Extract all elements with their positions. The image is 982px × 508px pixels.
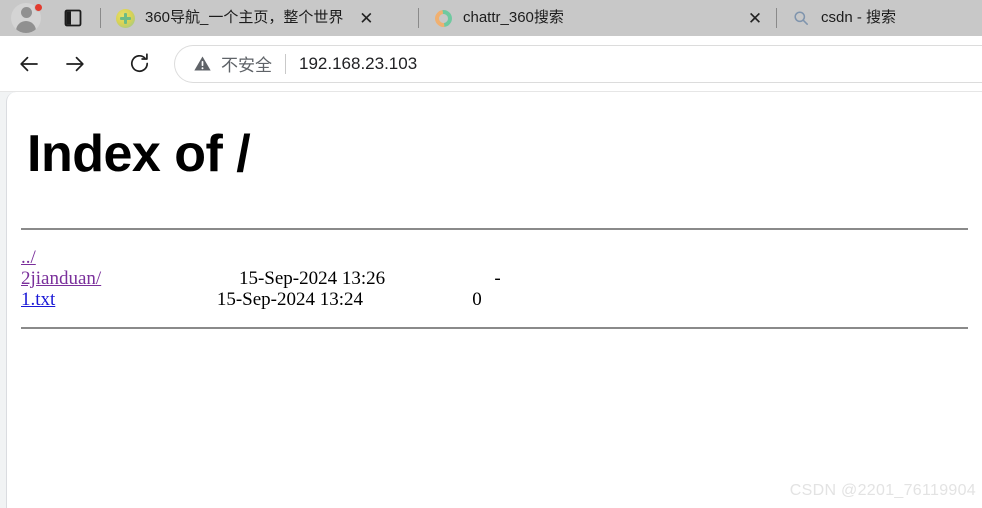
split-panel-icon[interactable] bbox=[52, 0, 94, 36]
search-magnifier-favicon bbox=[791, 8, 811, 28]
tab-close-button[interactable]: ✕ bbox=[353, 5, 379, 31]
list-item-parent-dir[interactable]: ../ bbox=[21, 247, 36, 268]
tab-strip: 360导航_一个主页，整个世界 ✕ chattr_360搜索 ✕ csdn - … bbox=[0, 0, 982, 36]
forward-arrow-icon[interactable] bbox=[52, 41, 98, 87]
address-bar[interactable]: 不安全 192.168.23.103 bbox=[174, 44, 982, 83]
360nav-favicon bbox=[115, 8, 135, 28]
reload-icon[interactable] bbox=[116, 41, 162, 87]
tab-title: 360导航_一个主页，整个世界 bbox=[145, 9, 344, 26]
warning-triangle-icon bbox=[193, 54, 212, 73]
back-arrow-icon[interactable] bbox=[6, 41, 52, 87]
tab-close-button[interactable]: ✕ bbox=[742, 5, 768, 31]
tab-separator bbox=[100, 8, 101, 28]
profile-button[interactable] bbox=[0, 0, 52, 36]
directory-listing: ../ 2jianduan/ 15-Sep-2024 13:26 - 1.txt… bbox=[21, 247, 968, 310]
tab-csdn-search[interactable]: csdn - 搜索 bbox=[783, 1, 982, 35]
url-text: 192.168.23.103 bbox=[299, 53, 418, 73]
divider-bottom bbox=[21, 327, 968, 329]
list-item-meta: 15-Sep-2024 13:26 - bbox=[101, 268, 501, 289]
tab-title: chattr_360搜索 bbox=[463, 9, 564, 26]
watermark: CSDN @2201_76119904 bbox=[789, 482, 976, 499]
360search-ring-favicon bbox=[431, 6, 455, 30]
notification-dot-icon bbox=[34, 3, 43, 12]
list-item-meta: 15-Sep-2024 13:24 0 bbox=[55, 289, 482, 310]
list-item-1txt[interactable]: 1.txt bbox=[21, 289, 55, 310]
browser-toolbar: 不安全 192.168.23.103 bbox=[0, 36, 982, 92]
page-content: Index of / ../ 2jianduan/ 15-Sep-2024 13… bbox=[6, 92, 982, 508]
tab-chattr-360search[interactable]: chattr_360搜索 ✕ bbox=[425, 1, 770, 35]
tab-title: csdn - 搜索 bbox=[821, 9, 897, 26]
list-item-2jianduan[interactable]: 2jianduan/ bbox=[21, 268, 101, 289]
tab-360nav[interactable]: 360导航_一个主页，整个世界 ✕ bbox=[107, 1, 412, 35]
divider-top bbox=[21, 228, 968, 230]
security-status-text: 不安全 bbox=[221, 56, 272, 75]
tab-separator bbox=[418, 8, 419, 28]
page-viewport: Index of / ../ 2jianduan/ 15-Sep-2024 13… bbox=[0, 92, 982, 508]
page-title: Index of / bbox=[27, 125, 251, 183]
tab-separator bbox=[776, 8, 777, 28]
browser-window: 360导航_一个主页，整个世界 ✕ chattr_360搜索 ✕ csdn - … bbox=[0, 0, 982, 508]
omnibox-divider bbox=[285, 53, 286, 74]
